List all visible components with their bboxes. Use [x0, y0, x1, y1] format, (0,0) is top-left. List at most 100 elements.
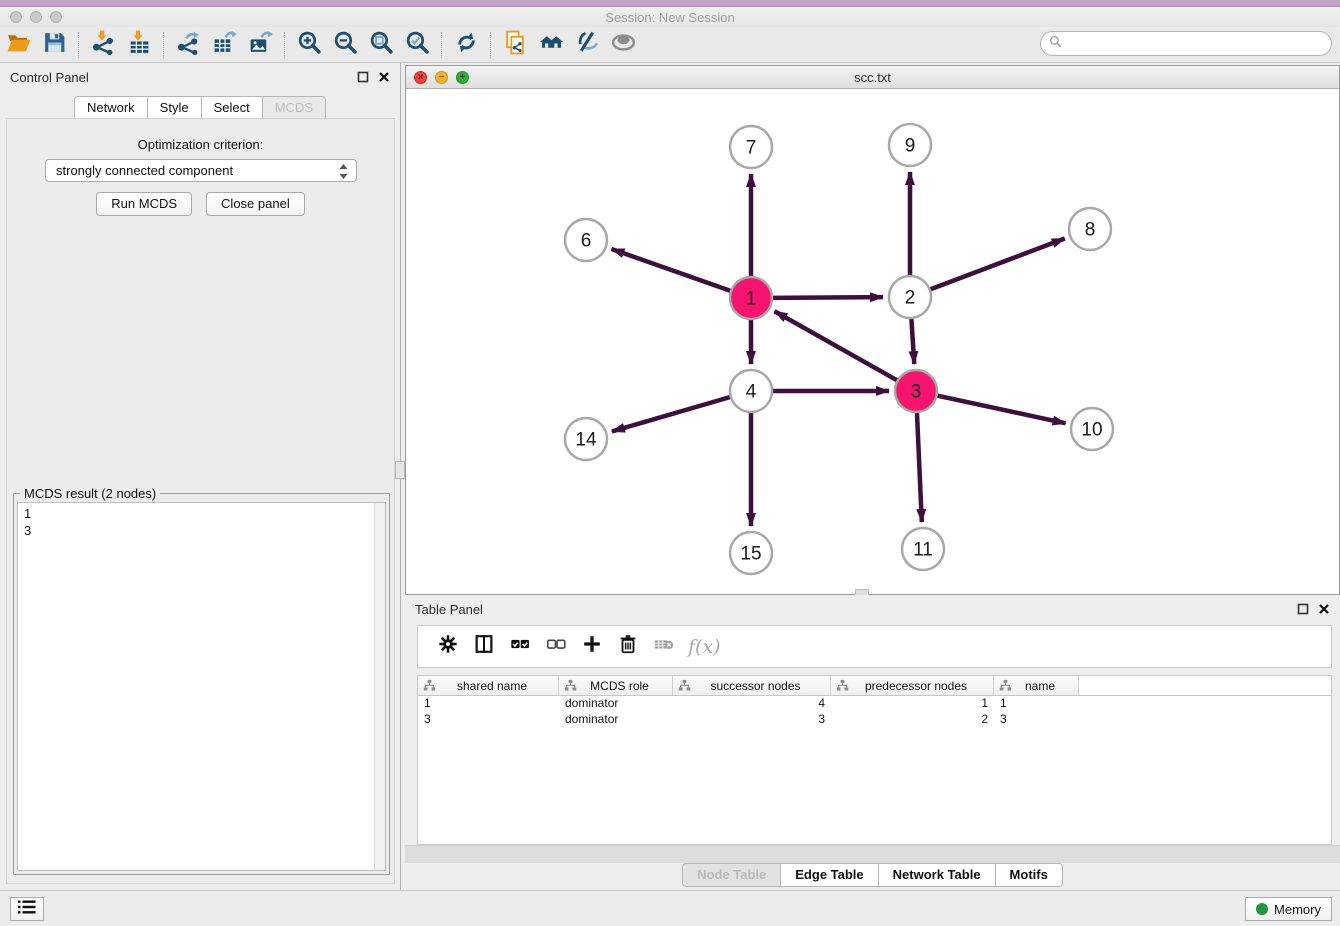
tab-network[interactable]: Network: [74, 96, 148, 120]
open-file-button[interactable]: [3, 31, 33, 59]
table-toolbar: f(x): [417, 625, 1332, 668]
zoom-selected-button[interactable]: [402, 31, 432, 59]
criterion-value: strongly connected component: [56, 163, 233, 178]
show-graphics-details-button[interactable]: [608, 31, 638, 59]
table-cell[interactable]: 1: [994, 696, 1079, 712]
eye-slash-icon: [575, 30, 600, 60]
task-history-button[interactable]: [10, 897, 44, 921]
table-row[interactable]: 1dominator411: [418, 696, 1331, 712]
gear-icon: [437, 633, 459, 660]
delete-table-button[interactable]: [646, 632, 682, 662]
column-label: successor nodes: [691, 679, 830, 693]
tab-node-table[interactable]: Node Table: [682, 863, 781, 887]
column-type-icon: [831, 679, 849, 692]
float-panel-icon[interactable]: [357, 70, 369, 88]
apply-layout-button[interactable]: [451, 31, 481, 59]
control-panel-tabs: NetworkStyleSelectMCDS: [0, 96, 400, 120]
import-table-button[interactable]: [124, 31, 154, 59]
table-row[interactable]: 3dominator323: [418, 712, 1331, 728]
tab-select[interactable]: Select: [202, 96, 263, 120]
vertical-splitter-handle[interactable]: [395, 461, 405, 479]
result-line: 3: [24, 522, 385, 539]
tab-style[interactable]: Style: [148, 96, 202, 120]
search-input[interactable]: [1040, 31, 1332, 56]
column-header-name[interactable]: name: [994, 676, 1079, 695]
optimization-criterion-label: Optimization criterion:: [7, 137, 394, 152]
tab-mcds[interactable]: MCDS: [263, 96, 326, 120]
hide-panel-button[interactable]: [572, 31, 602, 59]
plus-icon: [581, 633, 603, 660]
zoom-out-icon: [333, 30, 358, 60]
export-table-button[interactable]: [209, 31, 239, 59]
criterion-select[interactable]: strongly connected component: [45, 159, 357, 182]
add-column-button[interactable]: [574, 632, 610, 662]
zoom-fit-button[interactable]: [366, 31, 396, 59]
zoom-out-button[interactable]: [330, 31, 360, 59]
mcds-result-title: MCDS result (2 nodes): [20, 486, 160, 501]
first-neighbors-button[interactable]: [536, 31, 566, 59]
zoom-fit-icon: [369, 30, 394, 60]
table-cell[interactable]: 2: [831, 712, 994, 728]
table-tabs: Node TableEdge TableNetwork TableMotifs: [405, 863, 1340, 887]
node-label-7: 7: [746, 138, 757, 159]
node-label-10: 10: [1081, 420, 1102, 441]
column-header-successor-nodes[interactable]: successor nodes: [673, 676, 831, 695]
node-table[interactable]: shared nameMCDS role successor nodesprede…: [417, 675, 1332, 845]
zoom-selected-icon: [405, 30, 430, 60]
table-cell[interactable]: 3: [673, 712, 831, 728]
node-label-4: 4: [746, 382, 757, 403]
node-label-8: 8: [1085, 220, 1096, 241]
toolbar-separator: [284, 32, 285, 58]
edge-3-11[interactable]: [917, 413, 922, 522]
split-columns-button[interactable]: [466, 632, 502, 662]
select-all-button[interactable]: [502, 632, 538, 662]
edge-3-1[interactable]: [775, 311, 897, 380]
result-scrollbar[interactable]: [374, 503, 385, 870]
main-toolbar: [0, 27, 1340, 63]
delete-column-button[interactable]: [610, 632, 646, 662]
column-type-icon: [559, 679, 577, 692]
edge-1-6[interactable]: [611, 249, 730, 291]
edge-2-3[interactable]: [911, 319, 914, 364]
tab-motifs[interactable]: Motifs: [996, 863, 1063, 887]
edge-4-14[interactable]: [612, 397, 730, 431]
close-panel-button[interactable]: Close panel: [206, 192, 305, 216]
edge-1-2[interactable]: [773, 297, 883, 298]
run-mcds-button[interactable]: Run MCDS: [96, 192, 192, 216]
deselect-all-button[interactable]: [538, 632, 574, 662]
memory-button[interactable]: Memory: [1245, 897, 1332, 921]
tab-edge-table[interactable]: Edge Table: [781, 863, 878, 887]
column-header-predecessor-nodes[interactable]: predecessor nodes: [831, 676, 994, 695]
table-cell[interactable]: 4: [673, 696, 831, 712]
duplicate-network-icon: [503, 30, 528, 60]
zoom-in-button[interactable]: [294, 31, 324, 59]
export-image-icon: [248, 30, 273, 60]
edge-2-8[interactable]: [931, 239, 1065, 290]
table-cell[interactable]: dominator: [559, 696, 673, 712]
table-cell[interactable]: 1: [418, 696, 559, 712]
function-builder-icon[interactable]: f(x): [688, 636, 721, 658]
tab-network-table[interactable]: Network Table: [879, 863, 996, 887]
network-view-window: × − + scc.txt 1234678910111415: [405, 65, 1340, 595]
node-label-11: 11: [913, 540, 933, 561]
table-cell[interactable]: 3: [994, 712, 1079, 728]
close-panel-icon[interactable]: [378, 70, 390, 88]
network-canvas[interactable]: 1234678910111415: [406, 89, 1339, 594]
network-window-titlebar[interactable]: × − + scc.txt: [406, 66, 1339, 89]
column-header-shared-name[interactable]: shared name: [418, 676, 559, 695]
table-cell[interactable]: 1: [831, 696, 994, 712]
network-graph[interactable]: 1234678910111415: [406, 89, 1339, 594]
float-panel-icon[interactable]: [1297, 602, 1309, 620]
column-header-MCDS-role[interactable]: MCDS role: [559, 676, 673, 695]
save-session-button[interactable]: [39, 31, 69, 59]
mcds-result-text[interactable]: 13: [17, 502, 386, 871]
duplicate-network-button[interactable]: [500, 31, 530, 59]
close-panel-icon[interactable]: [1318, 602, 1330, 620]
export-image-button[interactable]: [245, 31, 275, 59]
export-network-button[interactable]: [173, 31, 203, 59]
import-network-button[interactable]: [88, 31, 118, 59]
table-settings-button[interactable]: [430, 632, 466, 662]
edge-3-10[interactable]: [938, 396, 1066, 424]
table-cell[interactable]: dominator: [559, 712, 673, 728]
table-cell[interactable]: 3: [418, 712, 559, 728]
